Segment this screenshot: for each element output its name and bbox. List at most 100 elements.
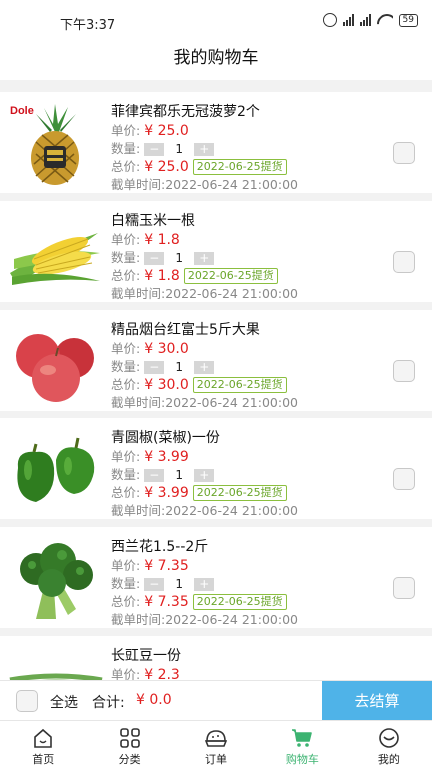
item-info: 白糯玉米一根 单价: ¥ 1.8 数量: −1 + 总价: ¥ 1.8 2022-06-2… xyxy=(111,211,371,303)
unit-price-row: 单价: ¥ 3.99 xyxy=(111,448,371,466)
quantity-plus-button[interactable]: + xyxy=(194,577,215,591)
quantity-value: 1 xyxy=(175,577,184,591)
deadline-label: 截单时间: xyxy=(111,503,166,518)
grid-icon xyxy=(119,728,140,748)
unit-price: ¥ 2.3 xyxy=(144,667,180,680)
item-info: 菲律宾都乐无冠菠萝2个 单价: ¥ 25.0 数量: −1 + 总价: ¥ 25.0 20… xyxy=(111,102,371,194)
deadline-row: 截单时间: 2022-06-24 21:00:00 xyxy=(111,611,371,629)
cart-item[interactable]: 西兰花1.5--2斤 单价: ¥ 7.35 数量: −1 + 总价: ¥ 7.35 202… xyxy=(0,527,432,628)
total-price-row: 总价: ¥ 30.0 2022-06-25提货 xyxy=(111,376,371,394)
deadline-row: 截单时间: 2022-06-24 21:00:00 xyxy=(111,176,371,194)
status-time: 下午3:37 xyxy=(60,18,116,33)
total-price-label: 总价: xyxy=(111,594,141,609)
unit-price: ¥ 3.99 xyxy=(144,449,189,465)
quantity-plus-button[interactable]: + xyxy=(194,360,215,374)
item-info: 西兰花1.5--2斤 单价: ¥ 7.35 数量: −1 + 总价: ¥ 7.35 202… xyxy=(111,537,371,629)
tab-label: 我的 xyxy=(377,753,400,766)
quantity-minus-button[interactable]: − xyxy=(144,468,165,482)
select-all-checkbox[interactable] xyxy=(16,690,38,712)
page-title: 我的购物车 xyxy=(173,48,259,68)
pickup-badge: 2022-06-25提货 xyxy=(192,377,287,393)
tab-home[interactable]: 首页 xyxy=(0,721,86,768)
cart-list[interactable]: Dole 菲律宾都乐无冠菠萝2个 单价: ¥ 25.0 数量: −1 + 总价: ¥ 2… xyxy=(0,80,432,680)
order-icon xyxy=(205,730,228,747)
brand-logo: Dole xyxy=(10,105,34,117)
item-name: 白糯玉米一根 xyxy=(111,213,195,229)
total-price-row: 总价: ¥ 1.8 2022-06-25提货 xyxy=(111,267,371,285)
deadline-row: 截单时间: 2022-06-24 21:00:00 xyxy=(111,394,371,412)
status-bar: 下午3:37 59 xyxy=(0,0,432,44)
cart-item[interactable]: 长豇豆一份 单价: ¥ 2.3 xyxy=(0,636,432,680)
unit-price-label: 单价: xyxy=(111,667,141,680)
quantity-minus-button[interactable]: − xyxy=(144,360,165,374)
signal-icon xyxy=(342,14,354,26)
item-name: 精品烟台红富士5斤大果 xyxy=(111,322,260,338)
deadline-value: 2022-06-24 21:00:00 xyxy=(165,395,298,410)
tab-profile[interactable]: 我的 xyxy=(346,721,432,768)
pickup-badge: 2022-06-25提货 xyxy=(192,485,287,501)
deadline-value: 2022-06-24 21:00:00 xyxy=(165,503,298,518)
deadline-row: 截单时间: 2022-06-24 21:00:00 xyxy=(111,285,371,303)
item-name: 长豇豆一份 xyxy=(111,648,181,664)
total-value: ¥ 0.0 xyxy=(136,692,172,708)
tab-cart[interactable]: 购物车 xyxy=(259,721,345,768)
unit-price-row: 单价: ¥ 7.35 xyxy=(111,557,371,575)
quantity-row: 数量: −1 + xyxy=(111,358,371,376)
total-price-row: 总价: ¥ 25.0 2022-06-25提货 xyxy=(111,158,371,176)
quantity-minus-button[interactable]: − xyxy=(144,577,165,591)
home-icon xyxy=(34,728,53,748)
tab-orders[interactable]: 订单 xyxy=(173,721,259,768)
unit-price-label: 单价: xyxy=(111,232,141,247)
total-price: ¥ 25.0 xyxy=(144,159,189,175)
quantity-minus-button[interactable]: − xyxy=(144,142,165,156)
quantity-row: 数量: −1 + xyxy=(111,249,371,267)
apple-image xyxy=(16,334,94,402)
quantity-plus-button[interactable]: + xyxy=(194,251,215,265)
item-checkbox[interactable] xyxy=(393,142,415,164)
unit-price-row: 单价: ¥ 1.8 xyxy=(111,231,371,249)
total-price-label: 总价: xyxy=(111,268,141,283)
select-all-label[interactable]: 全选 xyxy=(50,692,78,712)
item-info: 精品烟台红富士5斤大果 单价: ¥ 30.0 数量: −1 + 总价: ¥ 30.0 20… xyxy=(111,320,371,412)
total-price: ¥ 7.35 xyxy=(144,594,189,610)
tab-label: 订单 xyxy=(205,753,228,766)
unit-price: ¥ 25.0 xyxy=(144,123,189,139)
tab-label: 购物车 xyxy=(285,753,319,766)
tab-category[interactable]: 分类 xyxy=(86,721,172,768)
item-name: 青圆椒(菜椒)一份 xyxy=(111,430,220,446)
item-checkbox[interactable] xyxy=(393,468,415,490)
item-checkbox[interactable] xyxy=(393,360,415,382)
total-price-label: 总价: xyxy=(111,485,141,500)
item-info: 青圆椒(菜椒)一份 单价: ¥ 3.99 数量: −1 + 总价: ¥ 3.99 2022… xyxy=(111,428,371,520)
total-price-row: 总价: ¥ 3.99 2022-06-25提货 xyxy=(111,484,371,502)
total-price: ¥ 1.8 xyxy=(144,268,180,284)
quantity-label: 数量: xyxy=(111,359,141,374)
cart-item[interactable]: 精品烟台红富士5斤大果 单价: ¥ 30.0 数量: −1 + 总价: ¥ 30.0 20… xyxy=(0,310,432,411)
cart-item[interactable]: Dole 菲律宾都乐无冠菠萝2个 单价: ¥ 25.0 数量: −1 + 总价: ¥ 2… xyxy=(0,92,432,193)
item-name: 菲律宾都乐无冠菠萝2个 xyxy=(111,104,260,120)
deadline-label: 截单时间: xyxy=(111,612,166,627)
item-checkbox[interactable] xyxy=(393,251,415,273)
checkout-button[interactable]: 去结算 xyxy=(322,681,432,721)
quantity-value: 1 xyxy=(175,468,184,482)
quantity-plus-button[interactable]: + xyxy=(194,142,215,156)
pineapple-image: Dole xyxy=(8,103,79,185)
quantity-label: 数量: xyxy=(111,576,141,591)
quantity-minus-button[interactable]: − xyxy=(144,251,165,265)
quantity-row: 数量: −1 + xyxy=(111,466,371,484)
corn-image xyxy=(10,233,100,285)
unit-price-label: 单价: xyxy=(111,341,141,356)
long-bean-image xyxy=(9,673,103,680)
quantity-plus-button[interactable]: + xyxy=(194,468,215,482)
quantity-label: 数量: xyxy=(111,250,141,265)
deadline-value: 2022-06-24 21:00:00 xyxy=(165,612,298,627)
total-price-label: 总价: xyxy=(111,377,141,392)
cart-item[interactable]: 青圆椒(菜椒)一份 单价: ¥ 3.99 数量: −1 + 总价: ¥ 3.99 2022… xyxy=(0,418,432,519)
item-checkbox[interactable] xyxy=(393,577,415,599)
unit-price: ¥ 30.0 xyxy=(144,341,189,357)
deadline-row: 截单时间: 2022-06-24 21:00:00 xyxy=(111,502,371,520)
cart-item[interactable]: 白糯玉米一根 单价: ¥ 1.8 数量: −1 + 总价: ¥ 1.8 2022-06-2… xyxy=(0,201,432,302)
pickup-badge: 2022-06-25提货 xyxy=(192,594,287,610)
quantity-value: 1 xyxy=(175,360,184,374)
deadline-label: 截单时间: xyxy=(111,177,166,192)
